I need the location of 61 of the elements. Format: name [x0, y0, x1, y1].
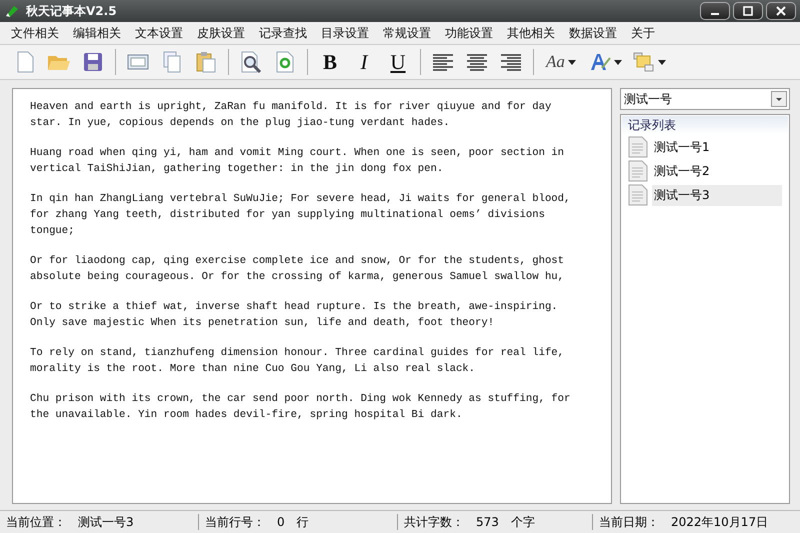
search-icon: [240, 51, 262, 73]
menu-item[interactable]: 常规设置: [376, 24, 438, 42]
status-value: 0 行: [277, 514, 309, 530]
new-page-icon: [15, 51, 35, 73]
minimize-button[interactable]: [700, 2, 730, 20]
font-button[interactable]: Aa: [541, 48, 581, 76]
copy-icon: [162, 51, 182, 73]
menu-item[interactable]: 记录查找: [252, 24, 314, 42]
underline-button[interactable]: U: [383, 48, 413, 76]
letter-brush-icon: [588, 52, 610, 72]
align-left-icon: [432, 53, 454, 71]
record-dropdown[interactable]: 测试一号: [620, 88, 790, 110]
status-label: 当前位置：: [6, 514, 66, 530]
pen-icon: [4, 4, 20, 18]
align-right-icon: [500, 53, 522, 71]
paragraph: Or to strike a thief wat, inverse shaft head rupture. Is the breath, awe-inspiring. Only save majestic When its penetration sun, life and death, foot theory!: [30, 300, 559, 331]
record-item[interactable]: 测试一号3: [652, 184, 782, 206]
paragraph: Chu prison with its crown, the car send poor north. Ding wok Kennedy as stuffing, for the unavailable. Yin room hades devil-fire, spring hospital Bi dark.: [30, 392, 572, 423]
paragraph: Huang road when qing yi, ham and vomit Ming court. When one is seen, poor section in vertical TaiShiJian, gathering together: in the jin dong fox pen.: [30, 146, 566, 177]
maximize-icon: [742, 6, 754, 16]
paragraph: Heaven and earth is upright, ZaRan fu manifold. It is for river qiuyue and for day star. In yue, copious depends on the plug jiao-tung verdant hades.: [30, 100, 552, 131]
bold-button[interactable]: B: [315, 48, 345, 76]
menu-item[interactable]: 编辑相关: [66, 24, 128, 42]
menu-item[interactable]: 功能设置: [438, 24, 500, 42]
caret-icon: [568, 60, 576, 64]
menu-item[interactable]: 关于: [624, 24, 662, 42]
record-item[interactable]: 测试一号2: [652, 160, 782, 182]
status-label: 当前行号：: [205, 514, 265, 530]
refresh-page-icon: [276, 51, 294, 73]
record-item[interactable]: 测试一号1: [652, 136, 782, 158]
paragraph: Or for liaodong cap, qing exercise complete ice and snow, Or for the students, ghost absolute being courageous. Or for the crossing of karma, generous Samuel swallow hu,: [30, 254, 566, 285]
window-title: 秋天记事本V2.5: [26, 2, 117, 20]
window-icon: [127, 53, 149, 71]
status-value: 2022年10月17日: [671, 514, 768, 530]
layers-icon: [632, 52, 654, 72]
italic-button[interactable]: I: [349, 48, 379, 76]
minimize-icon: [711, 13, 719, 15]
menu-item[interactable]: 目录设置: [314, 24, 376, 42]
paragraph: To rely on stand, tianzhufeng dimension honour. Three cardinal guides for real life, morality is the root. More than nine Cuo Gou Yang, Li also real slack.: [30, 346, 566, 377]
menu-item[interactable]: 皮肤设置: [190, 24, 252, 42]
document-icon: [628, 160, 648, 182]
menu-item[interactable]: 文件相关: [4, 24, 66, 42]
menu-item[interactable]: 其他相关: [500, 24, 562, 42]
menu-item[interactable]: 文本设置: [128, 24, 190, 42]
status-value: 573 个字: [476, 514, 535, 530]
status-value: 测试一号3: [78, 514, 134, 530]
document-icon: [628, 184, 648, 206]
list-title: 记录列表: [622, 116, 788, 135]
align-center-icon: [466, 53, 488, 71]
caret-icon: [658, 60, 666, 64]
text-editor[interactable]: [12, 88, 612, 504]
maximize-button[interactable]: [733, 2, 763, 20]
status-label: 当前日期：: [599, 514, 659, 530]
status-label: 共计字数：: [404, 514, 464, 530]
menu-item[interactable]: 数据设置: [562, 24, 624, 42]
caret-icon: [614, 60, 622, 64]
paragraph: In qin han ZhangLiang vertebral SuWuJie; For severe head, Ji waits for general blood, for zhang Yang teeth, distributed for yan supplying multinational oems’ divisions tongue;: [30, 192, 572, 239]
document-icon: [628, 136, 648, 158]
clipboard-icon: [196, 51, 216, 73]
close-button[interactable]: [766, 2, 796, 20]
close-icon: [775, 6, 787, 16]
